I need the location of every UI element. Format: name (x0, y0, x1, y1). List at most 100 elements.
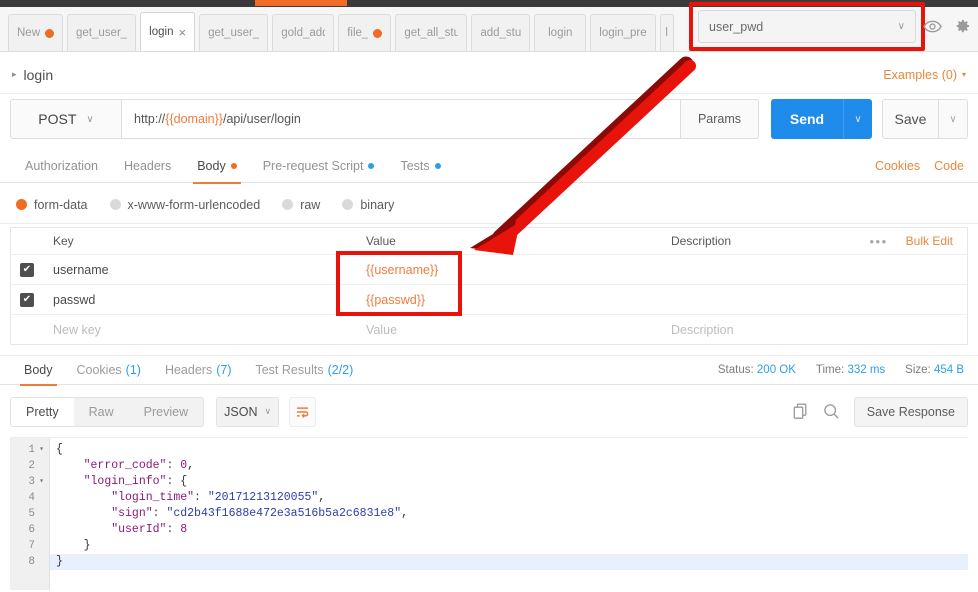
params-button[interactable]: Params (681, 99, 759, 139)
view-mode-preview[interactable]: Preview (129, 398, 203, 426)
response-tab-test-results[interactable]: Test Results (2/2) (243, 355, 365, 385)
table-row[interactable]: ✔ username {{username}} (10, 254, 968, 284)
line-number: 2▾ (10, 458, 49, 474)
table-row[interactable]: ✔ passwd {{passwd}} (10, 284, 968, 314)
tab-label: add_stu (480, 27, 522, 39)
response-time: Time: 332 ms (816, 364, 885, 376)
eye-icon[interactable] (918, 12, 946, 40)
copy-icon[interactable] (793, 403, 809, 420)
request-tab-add-stu-7[interactable]: add_stu (471, 14, 531, 51)
kv-more-options-icon[interactable]: ••• (869, 234, 887, 249)
search-icon[interactable] (823, 403, 840, 420)
body-type-form-data[interactable]: form-data (16, 198, 88, 212)
line-number: 6▾ (10, 522, 49, 538)
response-size: Size: 454 B (905, 364, 964, 376)
radio-label: form-data (34, 197, 88, 212)
request-tab-login-8[interactable]: login (534, 14, 587, 51)
table-row-new[interactable]: New key Value Description (10, 314, 968, 345)
code-line: } (56, 539, 91, 552)
row-value[interactable]: {{passwd}} (356, 293, 661, 307)
line-number-value: 6 (28, 524, 35, 536)
row-key[interactable]: passwd (43, 293, 356, 307)
expand-arrow-icon[interactable]: ▸ (12, 69, 17, 80)
row-checkbox-cell[interactable]: ✔ (11, 262, 43, 277)
line-number-value: 4 (28, 492, 35, 504)
new-key-input[interactable]: New key (43, 323, 356, 337)
examples-dropdown[interactable]: Examples (0) ▾ (883, 68, 966, 82)
response-toolbar: Pretty Raw Preview JSON ∨ Save Response (10, 395, 968, 428)
environment-selected-label: user_pwd (709, 19, 764, 34)
new-value-input[interactable]: Value (356, 323, 661, 337)
code-line: "error_code": 0, (83, 459, 195, 472)
request-tab-get-all-stu-6[interactable]: get_all_stu (395, 14, 468, 51)
save-dropdown-caret[interactable]: ∨ (939, 99, 968, 139)
row-key[interactable]: username (43, 263, 356, 277)
row-checkbox[interactable]: ✔ (20, 262, 34, 277)
cookies-link[interactable]: Cookies (875, 159, 920, 173)
url-input[interactable]: http://{{domain}}/api/user/login (122, 99, 681, 139)
request-tab-gold-add-4[interactable]: gold_add (272, 14, 335, 51)
body-type-raw[interactable]: raw (282, 198, 320, 212)
request-tab-new-0[interactable]: New (8, 14, 64, 51)
http-method-select[interactable]: POST ∨ (10, 99, 122, 139)
tab-label: Pre-request Script (262, 159, 364, 173)
response-meta: Status: 200 OK Time: 332 ms Size: 454 B (718, 364, 978, 376)
request-tab-login-pre-9[interactable]: login_pre (590, 14, 656, 51)
request-tab-login-2[interactable]: login × (140, 12, 196, 51)
code-fold-icon[interactable]: ▾ (38, 442, 45, 458)
tab-authorization[interactable]: Authorization (12, 150, 111, 183)
environment-selector[interactable]: user_pwd ∨ (698, 10, 916, 43)
send-button[interactable]: Send (771, 99, 843, 139)
response-tab-body[interactable]: Body (12, 355, 65, 386)
line-number-value: 2 (28, 460, 35, 472)
tab-label: Cookies (76, 363, 122, 377)
radio-button[interactable] (342, 199, 354, 210)
kv-header-value: Value (366, 234, 396, 248)
body-type-binary[interactable]: binary (342, 198, 394, 212)
save-response-button[interactable]: Save Response (853, 396, 968, 427)
tab-body[interactable]: Body (184, 150, 250, 184)
response-tab-cookies[interactable]: Cookies (1) (65, 355, 153, 385)
code-fold-icon[interactable]: ▾ (38, 474, 45, 490)
request-tab-get-user--3[interactable]: get_user_ (199, 14, 269, 51)
has-content-dot-icon (230, 163, 237, 169)
word-wrap-icon[interactable] (289, 396, 317, 427)
new-description-input[interactable]: Description (661, 323, 967, 337)
save-button[interactable]: Save (882, 99, 939, 139)
response-tab-headers[interactable]: Headers (7) (153, 355, 244, 385)
bulk-edit-link[interactable]: Bulk Edit (888, 234, 967, 248)
chevron-down-icon: ∨ (264, 406, 272, 416)
body-type-radio-group: form-data x-www-form-urlencoded raw binary (0, 186, 978, 224)
close-icon[interactable]: × (178, 26, 186, 39)
radio-button[interactable] (16, 199, 27, 210)
request-section-right-links: Cookies Code (875, 159, 978, 173)
postman-window: New get_user_ login × get_user_ gold_add file_… (0, 0, 978, 592)
response-format-select[interactable]: JSON ∨ (216, 396, 280, 427)
row-checkbox[interactable]: ✔ (20, 292, 34, 307)
gear-icon[interactable] (947, 12, 975, 40)
request-tab-get-user--1[interactable]: get_user_ (67, 14, 137, 51)
tab-count-badge: (1) (125, 363, 141, 377)
row-value[interactable]: {{username}} (356, 263, 661, 277)
view-mode-raw[interactable]: Raw (74, 398, 129, 426)
url-bar: POST ∨ http://{{domain}}/api/user/login … (10, 99, 968, 139)
view-mode-pretty[interactable]: Pretty (11, 397, 74, 426)
radio-button[interactable] (282, 199, 294, 210)
send-dropdown-caret[interactable]: ∨ (843, 99, 872, 139)
request-section-tabs: Authorization Headers Body Pre-request Scri… (0, 150, 978, 184)
tab-label: Body (197, 159, 226, 173)
request-tab-l-10[interactable]: l (659, 14, 674, 51)
response-body-viewer[interactable]: 1▾2▾3▾4▾5▾6▾7▾8▾ { "error_code": 0, "log… (10, 437, 968, 590)
radio-button[interactable] (109, 199, 121, 210)
request-name[interactable]: ▸ login (12, 67, 53, 83)
request-tab-file--5[interactable]: file_ (338, 14, 392, 51)
row-checkbox-cell[interactable]: ✔ (11, 292, 43, 307)
code-line: { (56, 443, 63, 456)
url-suffix: /api/user/login (222, 112, 301, 126)
tab-tests[interactable]: Tests (387, 150, 453, 183)
code-link[interactable]: Code (934, 159, 964, 173)
code-content[interactable]: { "error_code": 0, "login_info": { "logi… (50, 438, 968, 590)
tab-pre-request-script[interactable]: Pre-request Script (250, 150, 388, 183)
tab-headers[interactable]: Headers (111, 150, 184, 183)
body-type-x-www-form-urlencoded[interactable]: x-www-form-urlencoded (109, 198, 260, 212)
